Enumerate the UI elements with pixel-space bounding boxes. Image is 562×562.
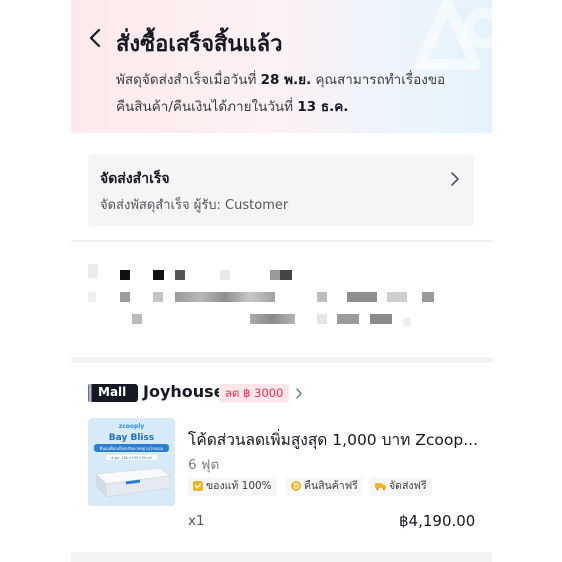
censored-address-block (85, 258, 445, 328)
shop-name[interactable]: Joyhouse (143, 382, 225, 401)
free-shipping-badge: จัดส่งฟรี (370, 477, 432, 496)
product-thumbnail[interactable]: zcooply Bay Bliss ที่นอนพ็อกเก็ตสปริงมาต… (88, 418, 175, 506)
product-quantity: x1 (188, 513, 205, 529)
back-arrow-icon[interactable] (85, 27, 107, 49)
return-deadline-prefix: คืนสินค้า/คืนเงินได้ภายในวันที่ (116, 99, 298, 115)
chevron-right-icon (451, 172, 459, 186)
free-return-icon (291, 481, 301, 491)
mattress-image-icon: zcooply Bay Bliss ที่นอนพ็อกเก็ตสปริงมาต… (88, 418, 175, 506)
free-shipping-icon (375, 483, 386, 491)
product-title[interactable]: โค้ดส่วนลดเพิ่มสูงสุด 1,000 บาท Zcoop... (188, 427, 478, 452)
mall-badge-label: Mall (98, 385, 127, 399)
order-detail-page: สั่งซื้อเสร็จสิ้นแล้ว พัสดุจัดส่งสำเร็จเ… (0, 0, 562, 562)
authentic-label: ของแท้ 100% (206, 480, 272, 492)
delivered-date: 28 พ.ย. (260, 72, 312, 88)
section-divider (71, 240, 492, 242)
return-deadline-date: 13 ธ.ค. (297, 99, 349, 115)
shipping-status-detail: จัดส่งพัสดุสำเร็จ ผู้รับ: Customer (100, 198, 289, 213)
thumbnail-tagline: ที่นอนพ็อกเก็ตสปริงมาตรฐานโรงแรม (99, 445, 164, 451)
section-divider-bottom (71, 552, 492, 562)
product-price: ฿4,190.00 (399, 512, 476, 530)
authentic-icon (193, 481, 203, 491)
shipping-status-title: จัดส่งสำเร็จ (100, 171, 170, 187)
mall-badge: Mall (88, 384, 138, 402)
thumbnail-brand: zcooply (119, 423, 145, 430)
chevron-right-icon[interactable] (294, 387, 304, 400)
delivered-prefix: พัสดุจัดส่งสำเร็จเมื่อวันที่ (116, 72, 261, 88)
authentic-badge: ของแท้ 100% (188, 477, 277, 496)
free-shipping-label: จัดส่งฟรี (389, 480, 427, 492)
return-deadline-text-2: คืนสินค้า/คืนเงินได้ภายในวันที่ 13 ธ.ค. (116, 95, 348, 117)
return-notice: คุณสามารถทำเรื่องขอ (311, 72, 446, 88)
return-deadline-text: พัสดุจัดส่งสำเร็จเมื่อวันที่ 28 พ.ย. คุณ… (116, 68, 445, 90)
shop-discount-badge[interactable]: ลด ฿ 3000 (219, 384, 290, 403)
page-title: สั่งซื้อเสร็จสิ้นแล้ว (116, 32, 283, 57)
shipping-status-card[interactable]: จัดส่งสำเร็จ จัดส่งพัสดุสำเร็จ ผู้รับ: C… (88, 154, 474, 226)
free-return-label: คืนสินค้าฟรี (304, 480, 358, 492)
thumbnail-product-name: Bay Bliss (109, 433, 154, 443)
section-divider-thick (71, 357, 492, 363)
free-return-badge: คืนสินค้าฟรี (286, 477, 363, 496)
product-variant: 6 ฟุต (188, 457, 220, 473)
